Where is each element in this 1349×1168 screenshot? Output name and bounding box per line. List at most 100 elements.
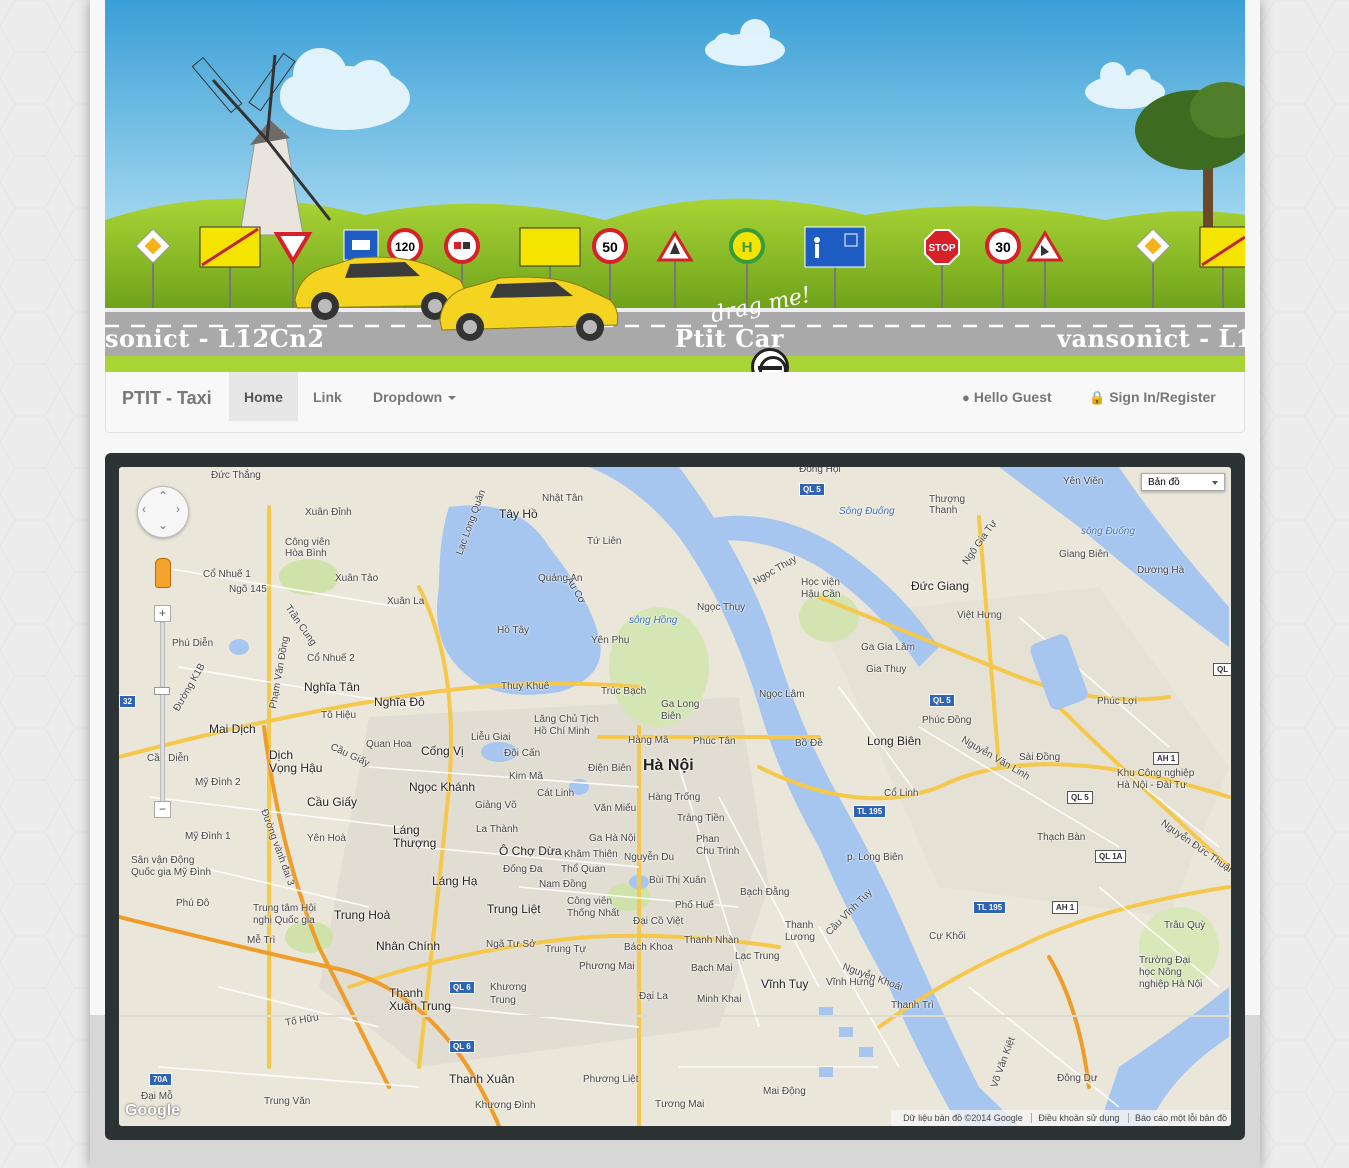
pan-left-icon[interactable]: ‹ [142, 502, 146, 516]
bus-stop-sign-label: H [742, 239, 753, 256]
zoom-slider-track[interactable] [160, 622, 165, 804]
map-label-mai-dich: Mai Dịch [209, 722, 256, 736]
pan-down-icon[interactable]: ⌄ [158, 518, 168, 532]
map-label-kcn-hanoi-dai-tu: Khu Công nghiệp Hà Nội - Đài Tư [1117, 768, 1195, 791]
zoom-in-button[interactable]: + [154, 605, 171, 622]
zoom-out-button[interactable]: − [154, 801, 171, 818]
nav-hello-guest[interactable]: ● Hello Guest [947, 372, 1067, 421]
map-label-duong-ha: Dương Hà [1137, 565, 1185, 576]
terms-link[interactable]: Điều khoản sử dụng [1031, 1113, 1120, 1123]
nav-dropdown-label: Dropdown [373, 389, 443, 405]
nav-home-label: Home [244, 389, 283, 405]
map-label-hoc-vien-hau-can: Học viện Hậu Cần [801, 577, 841, 600]
map-label-tay-ho: Tây Hồ [499, 507, 538, 521]
shield-ql: QL [1213, 663, 1231, 676]
town-end-sign-icon [1199, 226, 1245, 268]
map-attribution: Dữ liệu bản đồ ©2014 Google Điều khoản s… [891, 1110, 1231, 1126]
nav-sign-in[interactable]: 🔒 Sign In/Register [1074, 372, 1231, 421]
map-label-phuong-liet: Phương Liệt [583, 1074, 639, 1085]
map-canvas[interactable]: Hà Nội Long Biên Cầu Giấy Tây Hồ Đức Thắ… [119, 467, 1231, 1126]
map-label-co-nhue-1: Cổ Nhuế 1 [203, 569, 251, 580]
map-label-bui-thi-xuan: Bùi Thị Xuân [649, 875, 707, 886]
map-label-thanh-nhan: Thanh Nhàn [684, 935, 740, 946]
nav-hello-guest-label: Hello Guest [973, 389, 1052, 405]
pan-control[interactable]: ⌃ ⌄ ‹ › [137, 486, 189, 538]
navbar-brand[interactable]: PTIT - Taxi [122, 388, 212, 409]
map-label-la-thanh: La Thành [476, 824, 519, 835]
google-logo: Google [125, 1102, 181, 1119]
map-label-xuan-tao: Xuân Tảo [335, 573, 379, 584]
map-label-song-hong: sông Hồng [629, 615, 678, 626]
map-label-vinh-tuy: Vĩnh Tuy [761, 977, 809, 991]
map-label-dai-la: Đại La [639, 991, 668, 1002]
map-label-bach-khoa: Bách Khoa [624, 942, 673, 953]
map-label-lang-thuong: Láng Thượng [393, 823, 437, 850]
shield-70a: 70A [149, 1073, 172, 1086]
map-label-hang-trong: Hàng Trống [648, 792, 701, 803]
map-label-to-hieu: Tô Hiệu [321, 710, 357, 721]
map-label-phuc-tan: Phúc Tân [693, 736, 736, 747]
map-label-yen-vien: Yên Viên [1063, 476, 1104, 487]
map-label-tu-lien: Tứ Liên [587, 536, 622, 547]
map-label-co-nhue-2: Cổ Nhuế 2 [307, 653, 355, 664]
map-label-trung-van: Trung Văn [264, 1096, 311, 1107]
map-label-dong-du: Đông Dư [1057, 1073, 1098, 1084]
shield-ah1: AH 1 [1052, 901, 1079, 914]
no-overtaking-sign-icon [444, 228, 480, 264]
map-label-khuong-dinh: Khương Đình [475, 1100, 536, 1111]
nav-home[interactable]: Home [229, 372, 298, 421]
nav-link[interactable]: Link [298, 372, 357, 421]
speed-sign-30-label: 30 [995, 239, 1011, 255]
user-icon: ● [962, 390, 970, 405]
map-label-trung-tu: Trung Tự [545, 944, 587, 955]
map-label-bach-mai: Bạch Mai [691, 963, 733, 974]
map-label-cu-khoi: Cự Khối [929, 931, 966, 942]
map-label-nam-dong: Nam Đồng [539, 879, 587, 890]
nav-dropdown[interactable]: Dropdown [358, 372, 471, 421]
pegman-icon[interactable] [155, 558, 171, 588]
navbar: PTIT - Taxi Home Link Dropdown ● Hello Gu… [105, 372, 1245, 433]
shield-ql6: QL 6 [449, 1040, 475, 1053]
map-label-thach-ban: Thạch Bàn [1037, 832, 1086, 843]
town-end-sign-icon [199, 226, 261, 268]
map-label-tho-quan: Thổ Quan [561, 864, 606, 875]
map-label-kim-ma: Kim Mã [509, 771, 543, 782]
map-label-dien-bien: Điện Biên [588, 763, 632, 774]
map-label-ngo-145: Ngõ 145 [229, 584, 267, 595]
map-label-bo-de: Bồ Đề [795, 738, 823, 749]
nav-sign-in-label: Sign In/Register [1109, 389, 1216, 405]
pan-up-icon[interactable]: ⌃ [158, 489, 168, 503]
map-label-cat-linh: Cát Linh [537, 788, 575, 799]
report-error-link[interactable]: Báo cáo một lỗi bản đồ [1127, 1113, 1227, 1123]
map-label-dai-co-viet: Đại Cồ Việt [633, 916, 684, 927]
scene-illustration: 120 50 STOP 30 H [105, 0, 1245, 372]
page-container: 120 50 STOP 30 H sonict - L12Cn2 Ptit Ca… [90, 0, 1260, 1168]
zoom-slider-handle[interactable] [154, 687, 170, 695]
map-type-select[interactable]: Bản đồ [1141, 473, 1225, 491]
pan-right-icon[interactable]: › [176, 502, 180, 516]
play-street-sign-icon [804, 226, 866, 268]
map-label-phuc-loi: Phúc Lợi [1097, 696, 1137, 707]
map-label-me-tri: Mễ Trì [247, 935, 276, 946]
map-label-mai-dong: Mai Động [763, 1086, 806, 1097]
map-label-hang-ma: Hàng Mã [628, 735, 669, 746]
shield-ql6: QL 6 [449, 981, 475, 994]
shield-tl195: TL 195 [853, 805, 887, 818]
map-label-ga-long-bien: Ga Long Biên [661, 699, 700, 722]
map-label-trau-quy: Trâu Quỳ [1164, 920, 1206, 931]
speed-sign-50-label: 50 [602, 239, 618, 255]
map-label-my-dinh-1: Mỹ Đình 1 [185, 831, 231, 842]
map-label-ngoc-lam: Ngọc Lâm [759, 689, 805, 700]
map-label-truc-bach: Trúc Bạch [601, 686, 647, 697]
map-label-sai-dong: Sài Đồng [1019, 752, 1061, 763]
map-label-tuong-mai: Tương Mai [655, 1099, 705, 1110]
map-label-trung-hoa: Trung Hoà [334, 908, 391, 922]
map-label-phuc-dong: Phúc Đồng [922, 715, 972, 726]
map-label-cong-vi: Cống Vị [421, 744, 464, 758]
map-label-nghia-tan: Nghĩa Tân [304, 680, 360, 694]
map-label-dong-da: Đống Đa [503, 864, 543, 875]
town-sign-icon [519, 227, 581, 267]
map-label-lac-trung: Lạc Trung [735, 951, 780, 962]
map-label-doi-can: Đội Cấn [504, 748, 541, 759]
map-label-nga-tu-so: Ngã Tư Sở [486, 939, 536, 950]
